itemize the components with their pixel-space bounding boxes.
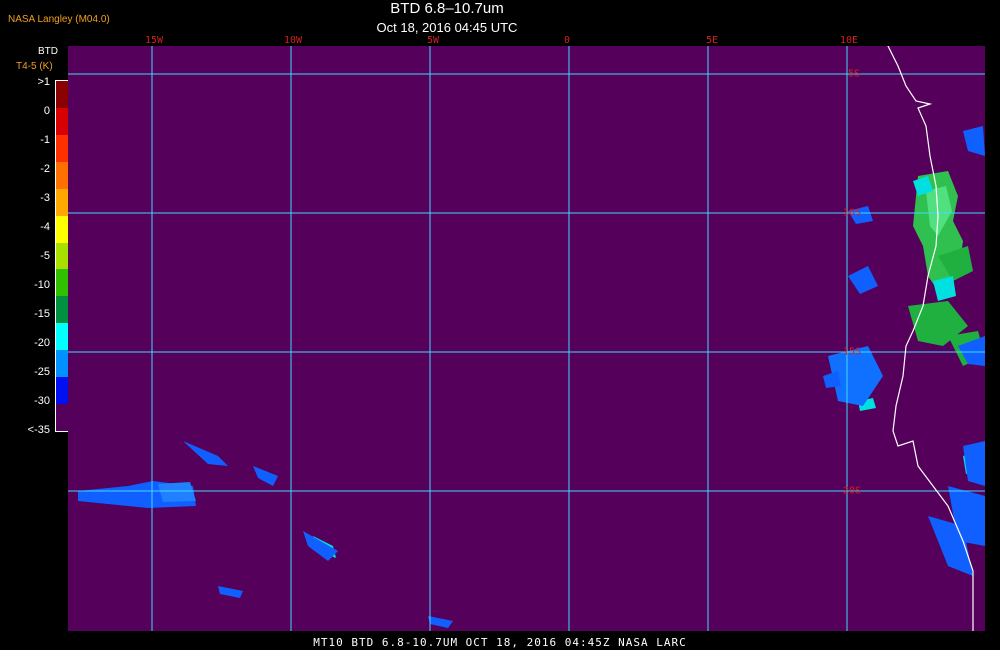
legend-title: BTD	[38, 46, 58, 57]
lon-label-15w: 15W	[144, 35, 164, 46]
footer-caption: MT10 BTD 6.8-10.7UM OCT 18, 2016 04:45Z …	[313, 636, 687, 649]
color-scale-tick: <-35	[27, 424, 50, 436]
lon-label-10w: 10W	[283, 35, 303, 46]
legend-unit: T4-5 (K)	[16, 61, 53, 72]
map-overlay	[68, 46, 985, 631]
color-scale-tick: -5	[40, 250, 50, 262]
image-title: BTD 6.8–10.7um	[390, 0, 504, 17]
lon-label-10e: 10E	[839, 35, 859, 46]
lat-label-20s: 20S	[842, 485, 862, 497]
color-scale-tick: -4	[40, 221, 50, 233]
color-scale-tick: -25	[34, 366, 50, 378]
color-scale-tick: -10	[34, 279, 50, 291]
color-scale-tick: -30	[34, 395, 50, 407]
blue-patches	[78, 126, 985, 628]
lat-label-10s: 10S	[842, 207, 862, 219]
lon-label-5e: 5E	[705, 35, 719, 46]
color-scale-tick: 0	[43, 105, 50, 117]
color-scale-tick: -2	[40, 163, 50, 175]
cloud-patches	[908, 171, 985, 366]
lat-label-5s: 5S	[847, 68, 861, 80]
lon-label-0: 0	[563, 35, 571, 46]
lon-label-5w: 5W	[426, 35, 440, 46]
lat-label-15s: 15S	[842, 346, 862, 358]
graticule	[68, 46, 985, 631]
color-scale-tick: -3	[40, 192, 50, 204]
image-timestamp: Oct 18, 2016 04:45 UTC	[376, 20, 518, 35]
color-scale-tick: -1	[40, 134, 50, 146]
color-scale-tick: >1	[37, 76, 50, 88]
cyan-patches	[313, 176, 980, 558]
satellite-map	[68, 46, 985, 631]
color-scale-tick: -20	[34, 337, 50, 349]
color-scale-tick: -15	[34, 308, 50, 320]
